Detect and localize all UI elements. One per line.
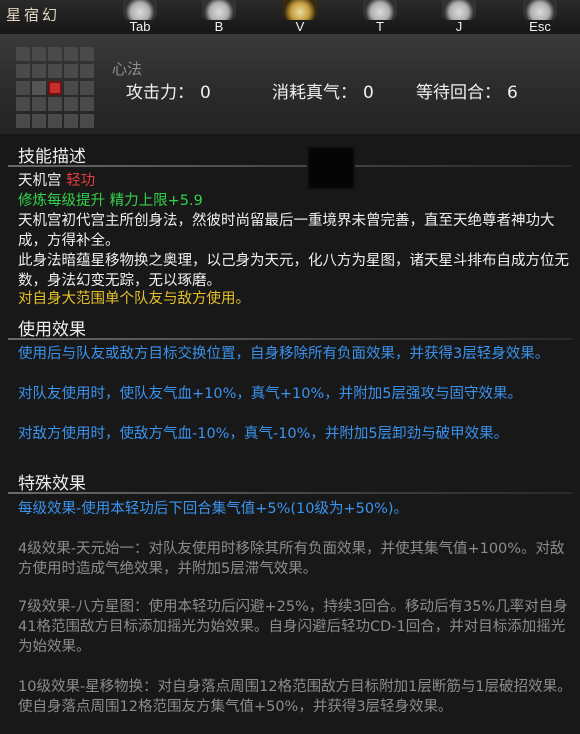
use-effect-line: 对敌方使用时，使敌方气血-10%，真气-10%，并附加5层卸劲与破甲效果。 (18, 426, 509, 442)
grid-cell-target (48, 80, 62, 95)
grid-cell (16, 114, 30, 129)
cooldown-value: 6 (507, 83, 518, 103)
grid-cell (16, 63, 30, 78)
attack-stat-label: 攻击力： (126, 83, 194, 103)
divider (8, 338, 572, 340)
section-title-description: 技能描述 (18, 147, 86, 167)
skill-school-line: 天机宫 轻功 (18, 171, 574, 191)
skill-detail-panel: 技能描述 天机宫 轻功 修炼每级提升 精力上限+5.9 天机宫初代宫主所创身法，… (0, 134, 580, 734)
divider (8, 492, 572, 494)
hotkey-label: B (214, 19, 224, 34)
hotkey-b-button[interactable]: B (197, 0, 241, 34)
grid-cell (32, 97, 46, 112)
background-window (307, 146, 355, 190)
grid-cell (80, 114, 94, 129)
window-title: 星宿幻 (6, 6, 61, 24)
hotkey-v-button[interactable]: V (278, 0, 322, 34)
school-name: 天机宫 (18, 173, 62, 189)
grid-cell (16, 97, 30, 112)
attack-stat: 攻击力： 0 (126, 78, 211, 103)
hotkey-esc-button[interactable]: Esc (518, 0, 562, 34)
target-description: 对自身大范围单个队友与敌方使用。 (18, 291, 250, 307)
upgrade-line: 修炼每级提升 精力上限+5.9 (18, 193, 203, 209)
top-bar: 星宿幻 Tab B V T J Esc (0, 0, 580, 35)
grid-cell (48, 114, 62, 129)
tier-effect-7: 7级效果-八方星图：使用本轻功后闪避+25%，持续3回合。移动后有35%几率对自… (18, 599, 568, 655)
use-effect-line: 对队友使用时，使队友气血+10%，真气+10%，并附加5层强攻与固守效果。 (18, 386, 522, 402)
grid-cell (80, 97, 94, 112)
grid-cell (48, 63, 62, 78)
grid-cell (32, 114, 46, 129)
range-grid (16, 47, 98, 129)
hotkey-j-button[interactable]: J (437, 0, 481, 34)
backpack-ink-icon (202, 0, 236, 20)
hotkey-label: Tab (129, 19, 151, 34)
grid-cell (16, 47, 30, 61)
grid-cell (80, 47, 94, 61)
cooldown-label: 等待回合： (416, 83, 501, 103)
grid-cell (64, 80, 78, 95)
grid-cell (64, 97, 78, 112)
qi-cost-stat: 消耗真气： 0 (272, 78, 374, 103)
hotkey-label: T (376, 19, 384, 34)
section-title-use-effect: 使用效果 (18, 320, 86, 340)
grid-cell-self (32, 80, 46, 95)
skill-lore: 天机宫初代宫主所创身法，然彼时尚留最后一重境界未曾完善，直至天绝尊者神功大成，方… (18, 213, 569, 289)
grid-cell (64, 63, 78, 78)
hotkey-t-button[interactable]: T (358, 0, 402, 34)
grid-cell (80, 80, 94, 95)
hotkey-label: Esc (529, 19, 551, 34)
qi-cost-value: 0 (363, 83, 374, 103)
hotkey-label: V (295, 19, 305, 34)
skill-category-label: 心法 (112, 60, 143, 78)
skill-type: 轻功 (66, 173, 96, 189)
per-level-effect: 每级效果-使用本轻功后下回合集气值+5%(10级为+50%)。 (18, 501, 409, 517)
section-title-special-effect: 特殊效果 (18, 474, 86, 494)
cooldown-stat: 等待回合： 6 (416, 78, 518, 103)
grid-cell (64, 114, 78, 129)
team-ink-icon (363, 0, 397, 20)
skill-scroll-icon (283, 0, 317, 20)
grid-cell (80, 63, 94, 78)
tier-effect-4: 4级效果-天元始一：对队友使用时移除其所有负面效果，并使其集气值+100%。对敌… (18, 541, 565, 577)
menu-ink-icon (523, 0, 557, 20)
attack-stat-value: 0 (200, 83, 211, 103)
qi-cost-label: 消耗真气： (272, 83, 357, 103)
grid-cell (16, 80, 30, 95)
hotkey-tab-button[interactable]: Tab (118, 0, 162, 34)
tab-ink-icon (123, 0, 157, 20)
grid-cell (48, 97, 62, 112)
journal-ink-icon (442, 0, 476, 20)
use-effect-line: 使用后与队友或敌方目标交换位置，自身移除所有负面效果，并获得3层轻身效果。 (18, 346, 550, 362)
grid-cell (64, 47, 78, 61)
hotkey-label: J (455, 19, 463, 34)
divider (8, 165, 572, 167)
tier-effect-10: 10级效果-星移物换：对自身落点周围12格范围敌方目标附加1层断筋与1层破招效果… (18, 679, 572, 715)
grid-cell (32, 47, 46, 61)
grid-cell (32, 63, 46, 78)
grid-cell (48, 47, 62, 61)
